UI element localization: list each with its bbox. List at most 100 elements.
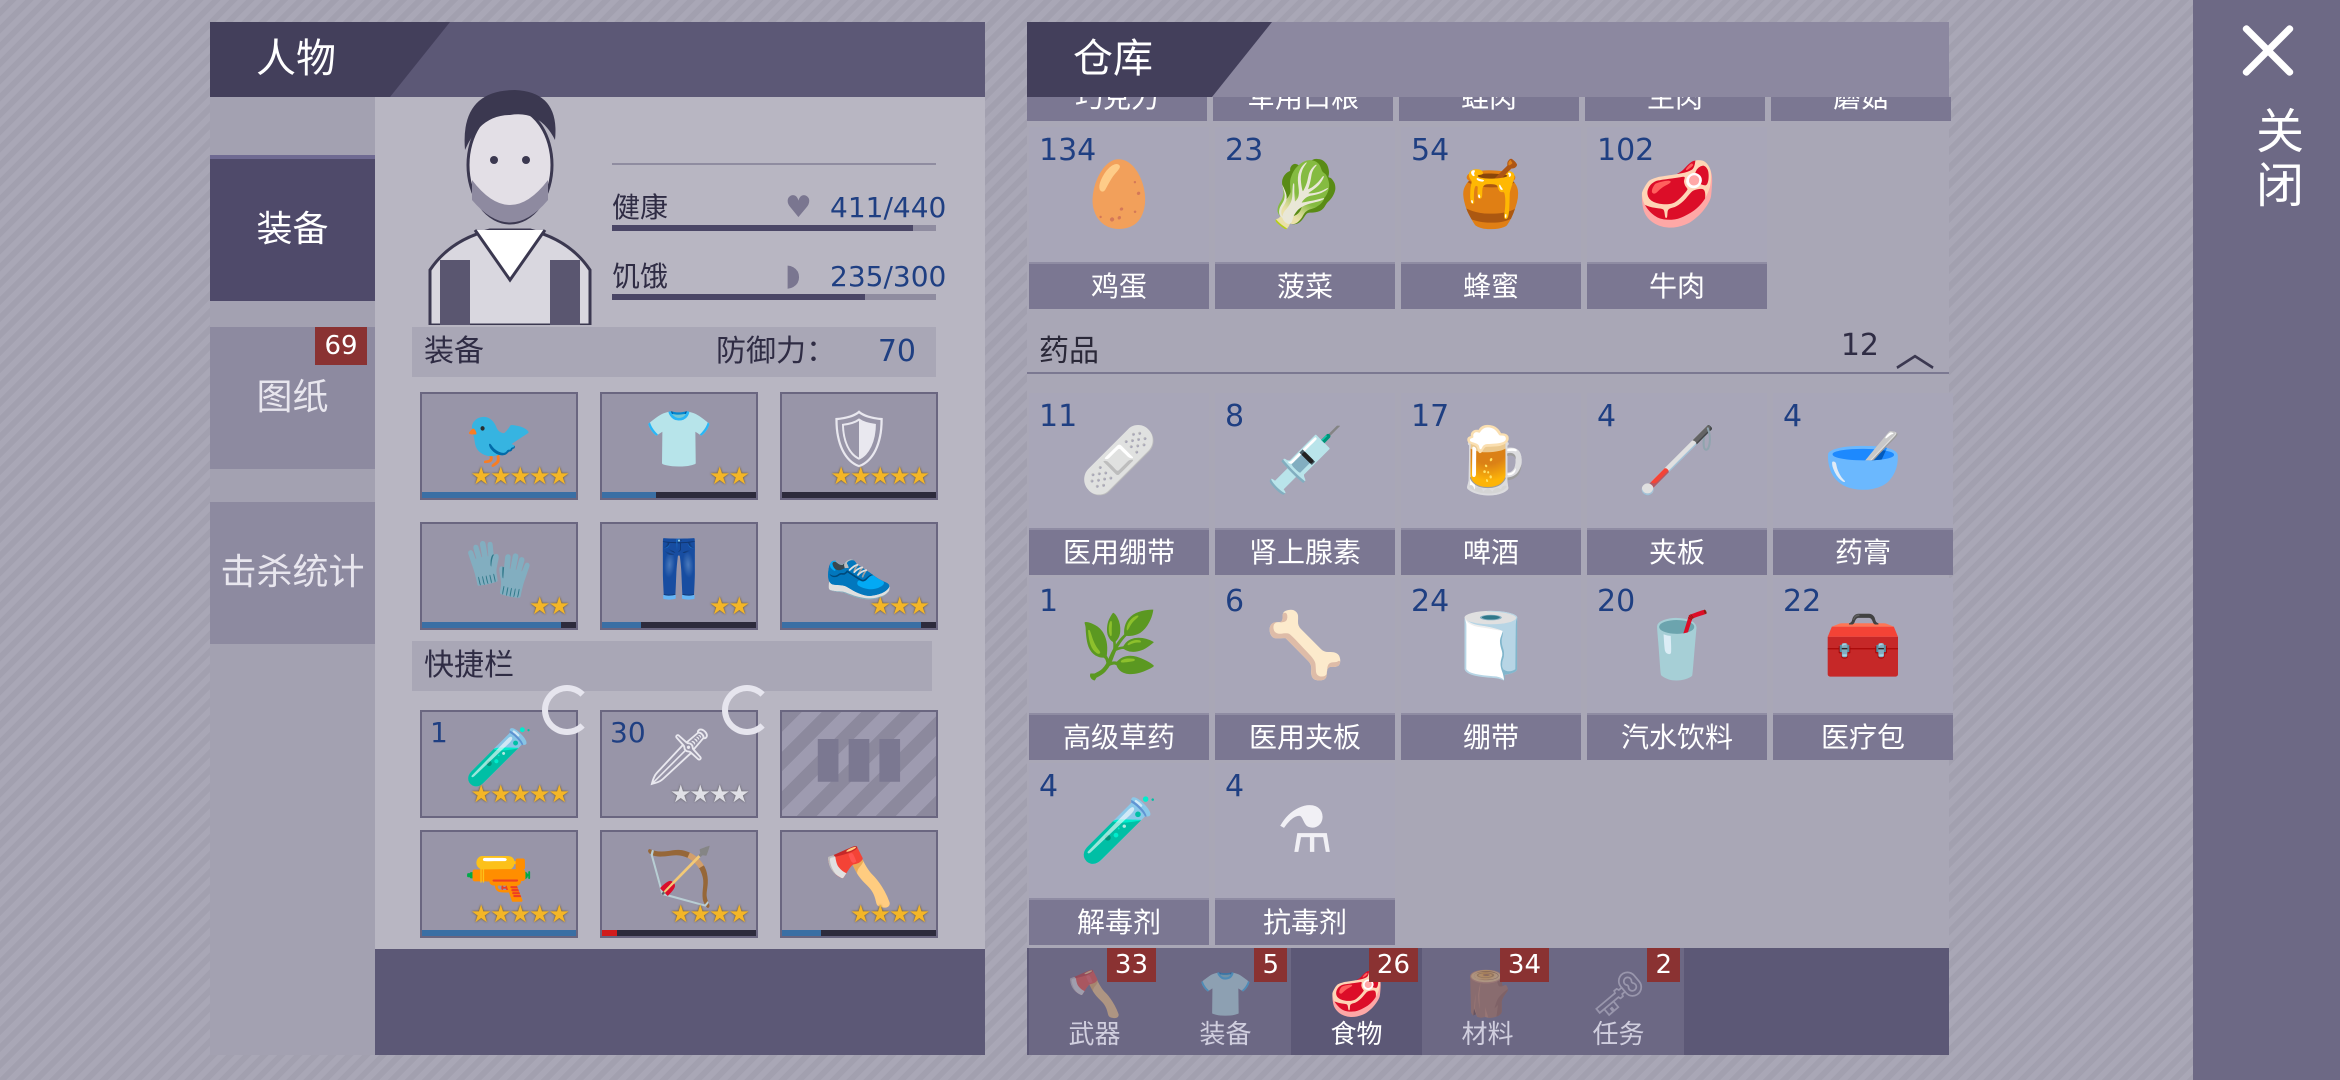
inventory-item[interactable]: 🥣 4 药膏 [1773, 393, 1953, 575]
swap-icon[interactable] [722, 685, 772, 735]
category-tab-label: 武器 [1068, 1020, 1121, 1050]
star-rating: ★★★ [869, 592, 930, 620]
inventory-item[interactable]: 🦴 6 医用夹板 [1215, 578, 1395, 760]
item-name: 牛肉 [1587, 264, 1767, 309]
inventory-item[interactable]: 🌿 1 高级草药 [1029, 578, 1209, 760]
quickbar-slot[interactable]: 🔫 ★★★★★ [420, 830, 578, 938]
side-tab-equipment[interactable]: 装备 [210, 155, 375, 301]
inventory-item[interactable]: 🥬 23 菠菜 [1215, 127, 1395, 309]
health-value: 411/440 [830, 191, 947, 224]
item-count: 22 [1783, 584, 1822, 619]
inventory-item[interactable]: ⚗ 4 抗毒剂 [1215, 763, 1395, 945]
durability-bar [602, 930, 756, 936]
category-tab[interactable]: 🪓 武器 33 [1029, 948, 1160, 1055]
item-name: 肾上腺素 [1215, 530, 1395, 575]
hunger-bar [612, 294, 936, 300]
equipment-slot[interactable]: 👟 ★★★ [780, 522, 938, 630]
item-name: 药膏 [1773, 530, 1953, 575]
category-tab-badge: 26 [1368, 948, 1418, 982]
hunger-bar-fill [612, 294, 865, 300]
item-count: 1 [430, 716, 448, 749]
item-count: 23 [1225, 133, 1264, 168]
item-name: 夹板 [1587, 530, 1767, 575]
medicine-category-header[interactable]: 药品 12 ︿ [1027, 318, 1949, 376]
category-tab[interactable]: 👕 装备 5 [1160, 948, 1291, 1055]
item-name: 高级草药 [1029, 715, 1209, 760]
portrait-divider [612, 163, 936, 165]
partial-item[interactable]: 巧克力 [1027, 97, 1207, 121]
chevron-up-icon[interactable]: ︿ [1895, 320, 1935, 378]
hunger-value: 235/300 [830, 260, 947, 293]
item-name: 医疗包 [1773, 715, 1953, 760]
category-tab-label: 装备 [1199, 1020, 1252, 1050]
inventory-item[interactable]: 🥚 134 鸡蛋 [1029, 127, 1209, 309]
item-count: 11 [1039, 399, 1078, 434]
blueprints-badge: 69 [315, 327, 367, 365]
item-name: 蛙肉 [1460, 97, 1517, 114]
close-label[interactable]: 关闭 [2230, 95, 2310, 225]
inventory-item[interactable]: 💉 8 肾上腺素 [1215, 393, 1395, 575]
defense-label: 防御力： [716, 334, 836, 369]
partial-item[interactable]: 生肉 [1585, 97, 1765, 121]
quickbar-section: 快捷栏 [412, 641, 932, 691]
equipment-slot[interactable]: 👖 ★★ [600, 522, 758, 630]
quickbar-slot[interactable]: ▮▮▮ [780, 710, 938, 818]
item-name: 解毒剂 [1029, 900, 1209, 945]
inventory-item[interactable]: 🍺 17 啤酒 [1401, 393, 1581, 575]
partial-item[interactable]: 蘑菇 [1771, 97, 1951, 121]
equipment-section: 装备 防御力： 70 [412, 327, 936, 377]
quickbar-slot[interactable]: 🏹 ★★★★ [600, 830, 758, 938]
partial-item[interactable]: 蛙肉 [1399, 97, 1579, 121]
quickbar-slot[interactable]: 🪓 ★★★★ [780, 830, 938, 938]
item-count: 54 [1411, 133, 1450, 168]
side-tab-kill-stats[interactable]: 击杀统计 [210, 502, 375, 644]
equipment-slot[interactable]: 🧤 ★★ [420, 522, 578, 630]
character-side-tabs: 装备 图纸 69 击杀统计 [210, 97, 375, 1055]
equipment-slot[interactable]: 🛡 ★★★★★ [780, 392, 938, 500]
star-rating: ★★ [708, 462, 750, 490]
equipment-slot[interactable]: 👕 ★★ [600, 392, 758, 500]
durability-bar [422, 492, 576, 498]
inventory-item[interactable]: 🧪 4 解毒剂 [1029, 763, 1209, 945]
heart-icon: ♥ [785, 190, 812, 225]
category-tab[interactable]: 🗝 任务 2 [1553, 948, 1684, 1055]
inventory-item[interactable]: 🍯 54 蜂蜜 [1401, 127, 1581, 309]
item-count: 20 [1597, 584, 1636, 619]
inventory-item[interactable]: 🧰 22 医疗包 [1773, 578, 1953, 760]
item-count: 6 [1225, 584, 1245, 619]
item-count: 102 [1597, 133, 1655, 168]
item-count: 17 [1411, 399, 1450, 434]
stomach-icon: ◗ [785, 258, 801, 293]
item-count: 134 [1039, 133, 1097, 168]
category-tab-badge: 2 [1647, 948, 1680, 982]
category-tab-badge: 34 [1499, 948, 1549, 982]
inventory-item[interactable]: 🥩 102 牛肉 [1587, 127, 1767, 309]
hunger-label: 饥饿 [612, 260, 669, 293]
item-name: 汽水饮料 [1587, 715, 1767, 760]
equipment-title: 装备 [424, 334, 484, 369]
item-name: 蜂蜜 [1401, 264, 1581, 309]
equipment-slot[interactable]: 🐦 ★★★★★ [420, 392, 578, 500]
side-tab-label: 图纸 [256, 377, 329, 418]
medicine-count: 12 [1840, 328, 1879, 363]
item-count: 4 [1039, 769, 1059, 804]
category-tab[interactable]: 🪵 材料 34 [1422, 948, 1553, 1055]
star-rating: ★★★★ [669, 900, 750, 928]
inventory-item[interactable]: 🦯 4 夹板 [1587, 393, 1767, 575]
swap-icon[interactable] [542, 685, 592, 735]
inventory-item[interactable]: 🥤 20 汽水饮料 [1587, 578, 1767, 760]
category-tab[interactable]: 🥩 食物 26 [1291, 948, 1422, 1055]
durability-bar [782, 930, 936, 936]
health-label: 健康 [612, 191, 669, 224]
item-name: 菠菜 [1215, 264, 1395, 309]
close-icon[interactable] [2240, 22, 2296, 78]
character-footer [375, 949, 985, 1055]
item-name: 蘑菇 [1832, 97, 1889, 114]
inventory-item[interactable]: 🩹 11 医用绷带 [1029, 393, 1209, 575]
partial-item[interactable]: 军用口粮 [1213, 97, 1393, 121]
inventory-item[interactable]: 🧻 24 绷带 [1401, 578, 1581, 760]
item-name: 医用夹板 [1215, 715, 1395, 760]
star-rating: ★★★★ [669, 780, 750, 808]
star-rating: ★★ [528, 592, 570, 620]
character-portrait [420, 80, 600, 327]
